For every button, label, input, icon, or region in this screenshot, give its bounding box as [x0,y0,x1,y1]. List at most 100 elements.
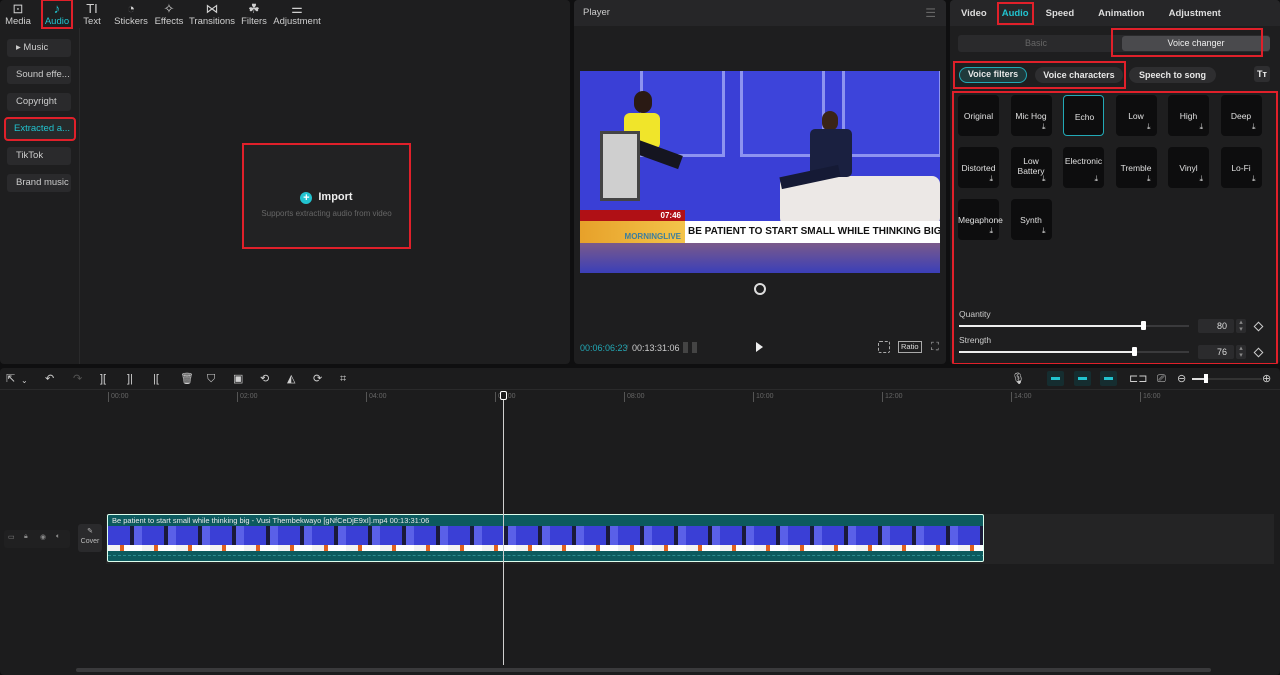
voice-filter-vinyl[interactable]: Vinyl ⤓ [1168,147,1209,188]
pill-speech-to-song[interactable]: Speech to song [1129,67,1216,83]
tab-adjustment[interactable]: ⚌ Adjustment [272,0,322,28]
cover-button[interactable]: ✎ Cover [78,524,102,552]
crop-icon[interactable]: ⌗ [340,372,346,386]
timeline-panel: ⇱ ⌄ ↶ ↷ ][ ]| |[ 🗑 ⛉ ▣ ⟲ ◭ ⟳ ⌗ 🎙 ⊏⊐ ⎚ ⊖ … [0,368,1280,675]
zoom-in-icon[interactable]: ⊕ [1262,372,1271,386]
select-tool-icon[interactable]: ⇱ [6,372,15,386]
microphone-icon[interactable]: 🎙 [1011,372,1025,386]
pill-voice-characters[interactable]: Voice characters [1035,67,1123,83]
properties-panel: Video Audio Speed Animation Adjustment B… [950,0,1280,364]
video-clip[interactable]: Be patient to start small while thinking… [107,514,984,562]
voice-filter-synth[interactable]: Synth ⤓ [1010,199,1052,240]
playhead[interactable] [503,392,504,665]
quantity-stepper[interactable]: ▴ ▾ [1236,319,1246,333]
ratio-button[interactable]: Ratio [898,341,922,353]
sidebar-item-brand-music[interactable]: Brand music [7,174,71,192]
rotate-icon[interactable] [754,283,766,295]
freeze-icon[interactable]: ▣ [233,372,243,386]
voice-filter-echo[interactable]: Echo [1063,95,1104,136]
sidebar-item-music[interactable]: ▸ Music [7,39,71,57]
strength-input[interactable]: 76 [1198,345,1234,359]
zoom-slider-thumb[interactable] [1204,374,1208,383]
thumbnail-icon[interactable]: ⎚ [1157,372,1166,386]
pill-voice-filters[interactable]: Voice filters [959,67,1027,83]
tab-audio-props[interactable]: Audio [996,1,1034,25]
preview-axis-icon[interactable]: ⊏⊐ [1129,372,1147,386]
split-left-icon[interactable]: ]| [127,372,133,386]
voice-filter-high[interactable]: High ⤓ [1168,95,1209,136]
playhead-handle[interactable] [500,391,507,400]
sidebar-item-tiktok[interactable]: TikTok [7,147,71,165]
tab-filters[interactable]: ☘ Filters [236,0,272,28]
play-button[interactable] [756,342,763,352]
quantity-slider[interactable] [959,321,1189,330]
split-icon[interactable]: ][ [100,372,106,386]
text-size-icon[interactable]: Tт [1254,66,1270,82]
chevron-down-icon[interactable]: ⌄ [21,374,28,388]
player-controls: 00:06:06:23 / 00:13:31:06 Ratio ⛶ [580,341,939,354]
import-dropzone[interactable]: + Import Supports extracting audio from v… [242,143,411,249]
tab-speed[interactable]: Speed [1043,3,1078,24]
tab-animation[interactable]: Animation [1095,3,1147,24]
rotate-clip-icon[interactable]: ⟳ [313,372,322,386]
speaker-icon[interactable]: 🔈︎ [56,533,60,541]
menu-icon[interactable]: ☰ [925,0,936,26]
tab-adjustment-props[interactable]: Adjustment [1166,3,1224,24]
grid-icon[interactable] [683,342,697,353]
split-right-icon[interactable]: |[ [153,372,159,386]
strength-stepper[interactable]: ▴ ▾ [1236,345,1246,359]
voice-filter-distorted[interactable]: Distorted ⤓ [958,147,999,188]
import-button[interactable]: + Import [244,191,409,204]
voice-filter-label: Low [1128,111,1144,121]
marker-icon[interactable]: ⛉ [207,372,215,386]
strength-slider[interactable] [959,347,1189,356]
zoom-out-icon[interactable]: ⊖ [1177,372,1186,386]
redo-icon[interactable]: ↷ [73,372,82,386]
stickers-icon: ◔ [127,0,135,16]
quantity-input[interactable]: 80 [1198,319,1234,333]
voice-filter-label: Deep [1230,111,1252,121]
voice-filter-original[interactable]: Original [958,95,999,136]
top-toolbar: ⊡ Media ♪ Audio TI Text ◔ Stickers ✧ Eff… [0,0,570,29]
tab-stickers[interactable]: ◔ Stickers [112,0,150,28]
eye-icon[interactable]: ◉ [40,533,46,541]
timeline-zoom-slider[interactable] [1192,374,1262,383]
voice-filter-deep[interactable]: Deep ⤓ [1220,95,1262,136]
mirror-icon[interactable]: ◭ [287,372,295,386]
show-logo: MORNINGLIVE [580,221,685,243]
voice-filter-tremble[interactable]: Tremble ⤓ [1115,147,1157,188]
video-preview[interactable]: 07:46 MORNINGLIVE BE PATIENT TO START SM… [580,71,940,273]
fullscreen-icon[interactable]: ⛶ [931,341,939,354]
main-track-magnet-button[interactable] [1047,371,1064,386]
ruler-tick-label: 14:00 [1011,392,1032,402]
linkage-button[interactable] [1100,371,1117,386]
strength-slider-thumb[interactable] [1131,347,1137,356]
plus-icon: + [300,192,313,204]
tab-transitions[interactable]: ⋈ Transitions [188,0,236,28]
auto-snap-button[interactable] [1074,371,1091,386]
segment-basic[interactable]: Basic [958,35,1114,52]
voice-filter-lo-fi[interactable]: Lo-Fi ⤓ [1220,147,1262,188]
horizontal-scrollbar[interactable] [76,668,1211,672]
track-cover-icon[interactable]: ▭ [8,533,15,541]
voice-filter-electronic[interactable]: Electronic ⤓ [1063,147,1104,188]
voice-filter-megaphone[interactable]: Megaphone ⤓ [958,199,1003,240]
tab-media[interactable]: ⊡ Media [0,0,36,28]
quantity-slider-thumb[interactable] [1141,321,1146,330]
voice-filter-low-battery[interactable]: Low Battery ⤓ [1010,147,1052,188]
voice-filter-mic-hog[interactable]: Mic Hog ⤓ [1010,95,1052,136]
time-ruler[interactable]: 00:0002:0004:0006:0008:0010:0012:0014:00… [108,390,1280,404]
zoom-fit-icon[interactable] [878,341,890,353]
tab-audio[interactable]: ♪ Audio [41,0,73,29]
undo-icon[interactable]: ↶ [45,372,54,386]
sidebar-item-copyright[interactable]: Copyright [7,93,71,111]
sidebar-item-extracted-audio[interactable]: Extracted a... [4,117,76,141]
reverse-icon[interactable]: ⟲ [260,372,269,386]
tab-text[interactable]: TI Text [72,0,112,28]
delete-icon[interactable]: 🗑 [180,372,194,386]
lock-icon[interactable]: 🔒︎ [24,533,28,541]
sidebar-item-sound-effects[interactable]: Sound effe... [7,66,71,84]
voice-filter-low[interactable]: Low ⤓ [1115,95,1157,136]
tab-video[interactable]: Video [958,3,990,24]
tab-effects[interactable]: ✧ Effects [150,0,188,28]
